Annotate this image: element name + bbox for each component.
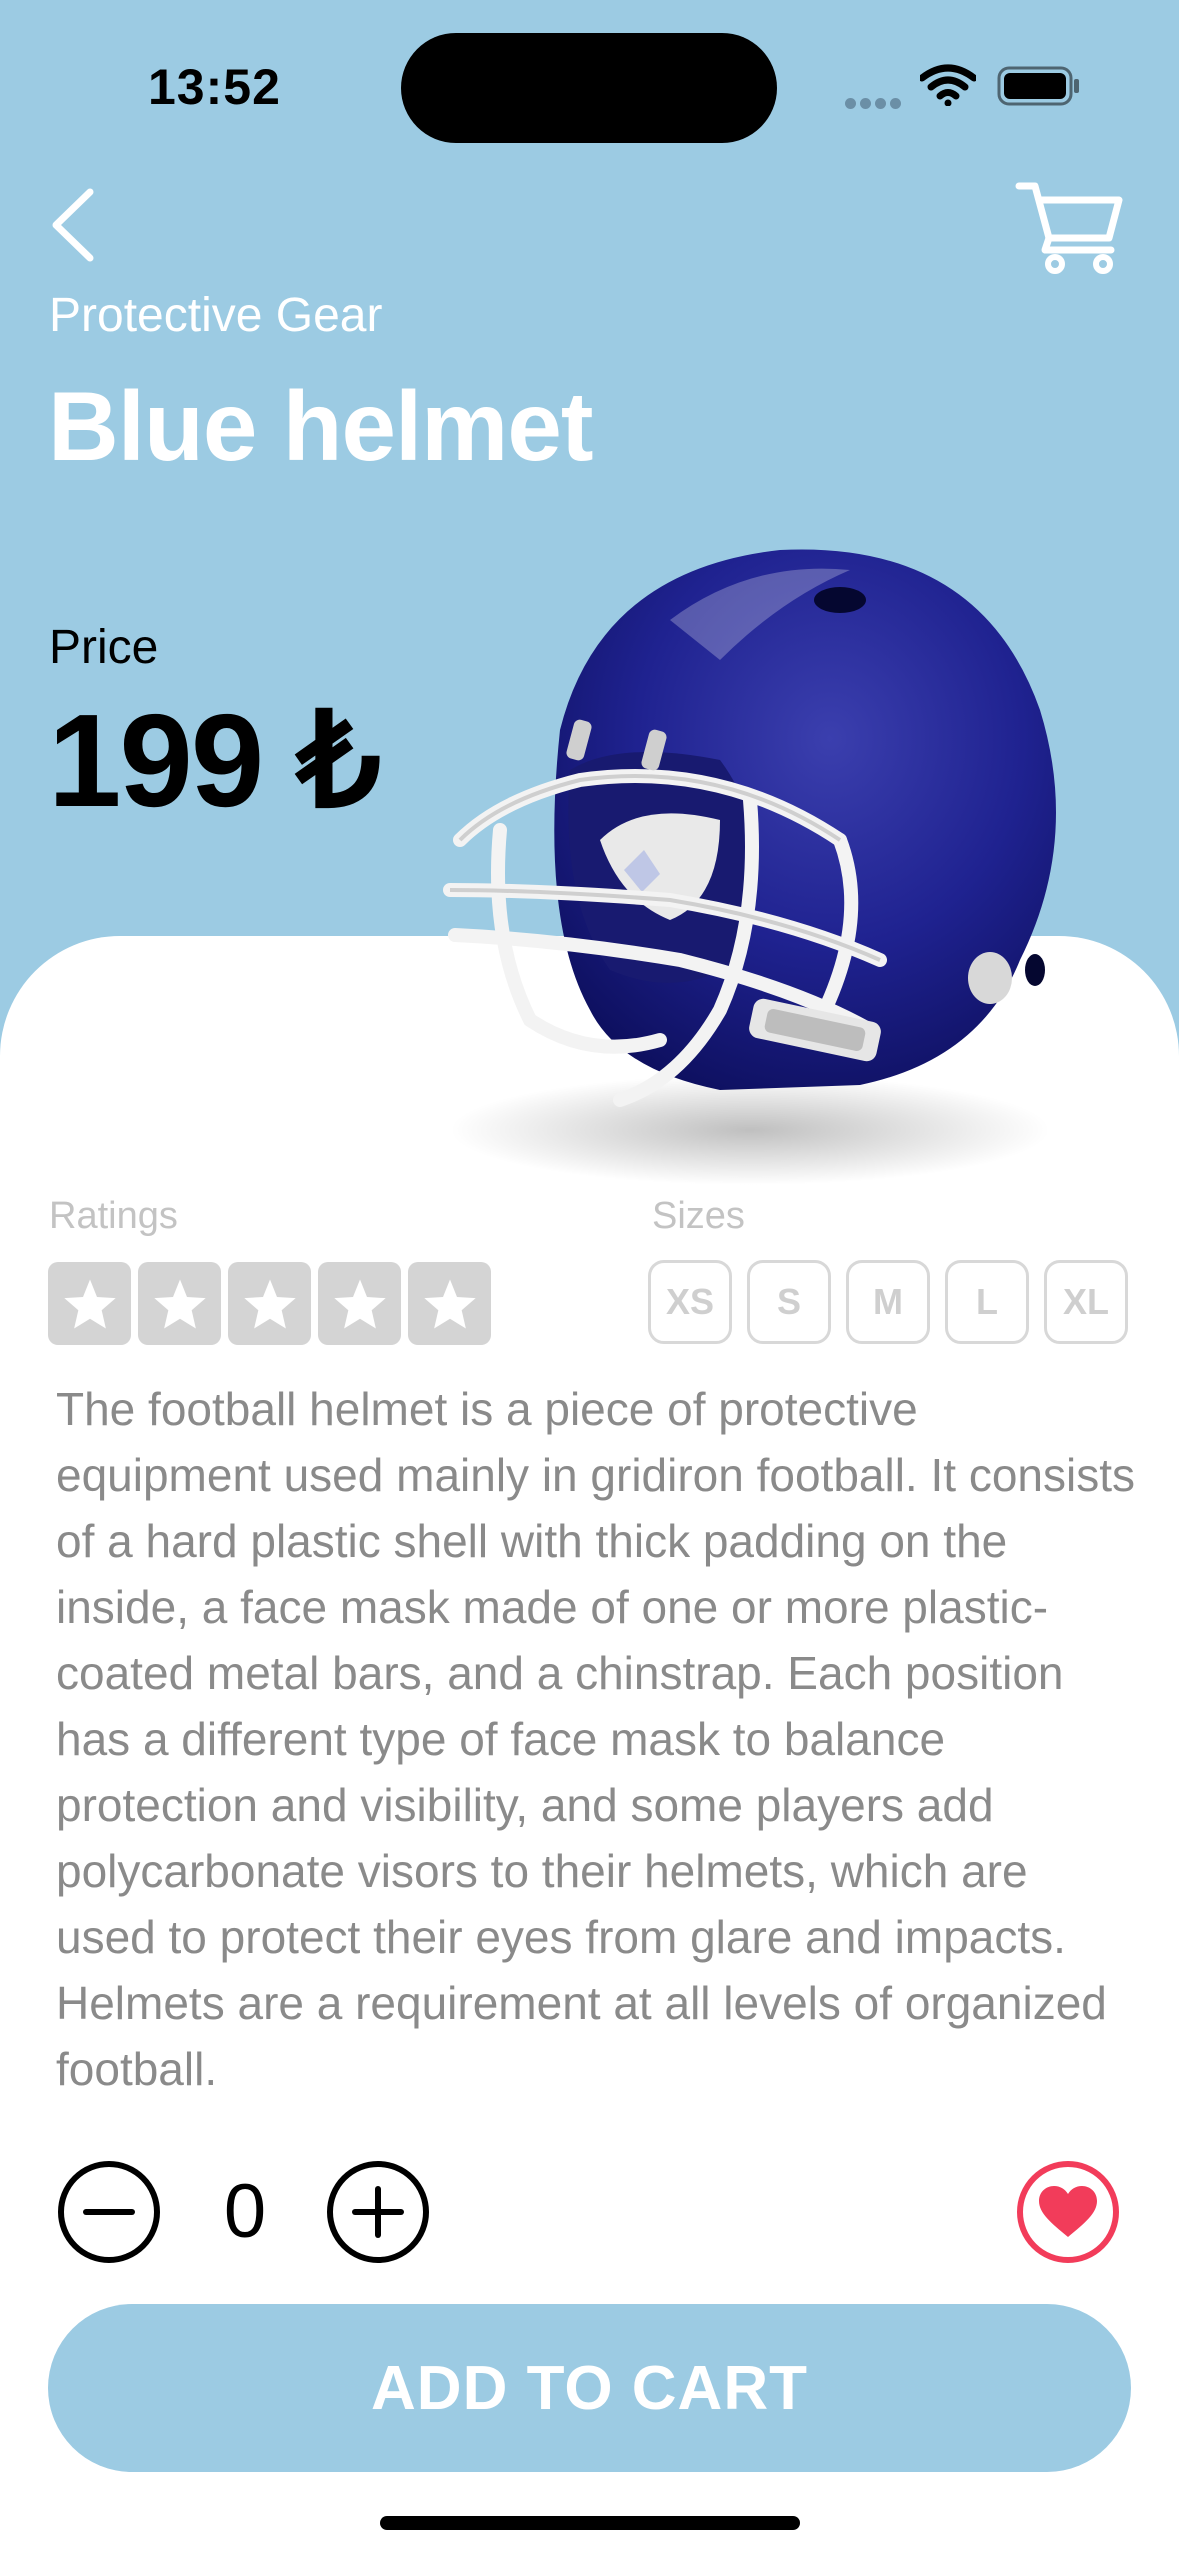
plus-circle-icon	[327, 2161, 429, 2263]
star-icon	[333, 1279, 386, 1328]
cellular-signal-icon	[845, 96, 905, 114]
size-option-l[interactable]: L	[945, 1260, 1029, 1344]
status-time: 13:52	[148, 59, 281, 115]
star-icon	[243, 1279, 296, 1328]
product-description: The football helmet is a piece of protec…	[56, 1383, 1136, 2095]
product-category: Protective Gear	[49, 289, 383, 342]
rating-star-4[interactable]	[318, 1262, 401, 1345]
add-to-cart-button[interactable]: ADD TO CART	[48, 2304, 1131, 2472]
increase-quantity-button[interactable]	[325, 2159, 431, 2265]
status-bar: 13:52	[0, 0, 1179, 160]
sizes-label: Sizes	[652, 1195, 745, 1237]
back-button[interactable]	[40, 180, 110, 270]
quantity-value: 0	[223, 2169, 267, 2254]
helmet-image	[443, 549, 1056, 1185]
dynamic-island	[401, 33, 777, 143]
home-indicator	[380, 2516, 800, 2530]
cart-icon	[1015, 182, 1123, 274]
minus-circle-icon	[58, 2161, 160, 2263]
size-option-xl[interactable]: XL	[1044, 1260, 1128, 1344]
chevron-left-icon	[52, 188, 94, 262]
star-icon	[423, 1279, 476, 1328]
size-option-xs[interactable]: XS	[648, 1260, 732, 1344]
star-icon	[63, 1279, 116, 1328]
rating-star-1[interactable]	[48, 1262, 131, 1345]
ratings-label: Ratings	[49, 1195, 178, 1237]
rating-star-2[interactable]	[138, 1262, 221, 1345]
rating-star-3[interactable]	[228, 1262, 311, 1345]
size-option-m[interactable]: M	[846, 1260, 930, 1344]
decrease-quantity-button[interactable]	[56, 2159, 162, 2265]
star-icon	[153, 1279, 206, 1328]
heart-icon	[1017, 2161, 1119, 2263]
price-label: Price	[49, 621, 159, 674]
cart-button[interactable]	[1015, 176, 1125, 276]
favorite-button[interactable]	[1015, 2159, 1121, 2265]
size-option-s[interactable]: S	[747, 1260, 831, 1344]
rating-star-5[interactable]	[408, 1262, 491, 1345]
product-title: Blue helmet	[48, 371, 593, 481]
price-value: 199 ₺	[48, 687, 381, 834]
wifi-icon	[920, 64, 976, 106]
battery-icon	[997, 66, 1079, 106]
